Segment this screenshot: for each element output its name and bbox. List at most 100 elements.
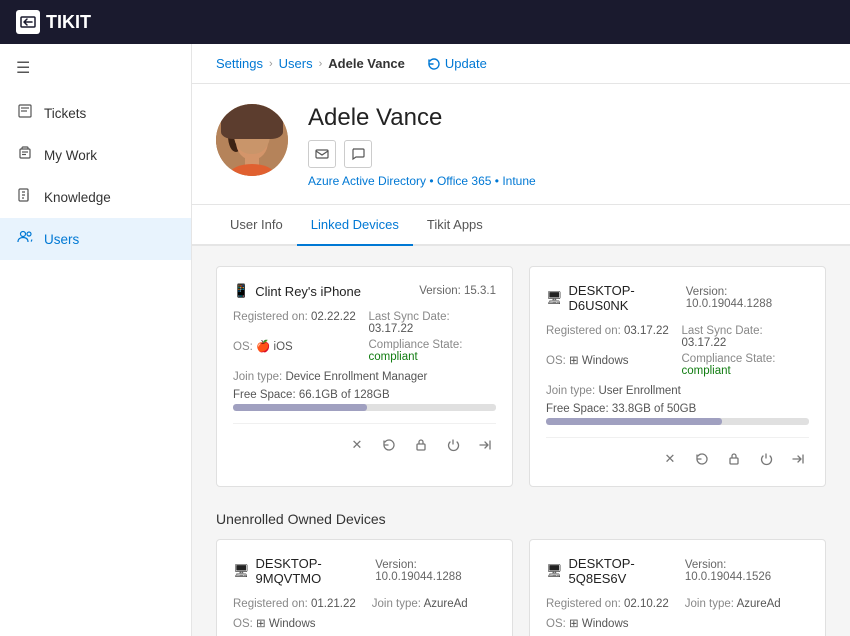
device-sync-button-2[interactable] [691,448,713,470]
unenrolled-device-name-2: 🖥 DESKTOP-5Q8ES6V [546,556,685,586]
unenrolled-card-header-1: 🖥 DESKTOP-9MQVTMO Version: 10.0.19044.12… [233,556,496,586]
progress-bar-fill-1 [233,404,367,411]
user-header: Adele Vance Azure Active Directory • Off… [192,84,850,205]
breadcrumb-settings[interactable]: Settings [216,56,263,71]
users-icon [16,229,34,249]
unenrolled-card-header-2: 🖥 DESKTOP-5Q8ES6V Version: 10.0.19044.15… [546,556,809,586]
device-card-actions-2: ✕ [546,437,809,470]
user-actions [308,140,826,168]
free-space-label-1: Free Space: 66.1GB of 128GB [233,389,496,401]
desktop-icon-3: 🖥 [546,563,563,579]
progress-bar-fill-2 [546,418,722,425]
sync-label-1: Last Sync Date: 03.17.22 [369,311,497,335]
breadcrumb-bar: Settings › Users › Adele Vance Update [192,44,850,84]
user-info-block: Adele Vance Azure Active Directory • Off… [308,104,826,188]
device-details-2: Registered on: 03.17.22 Last Sync Date: … [546,325,809,377]
device-retire-button-2[interactable] [787,448,809,470]
logo: TIKIT [16,10,91,34]
chat-action-button[interactable] [344,140,372,168]
sidebar-label-mywork: My Work [44,148,97,163]
tab-tikit-apps[interactable]: Tikit Apps [413,205,497,246]
knowledge-icon [16,187,34,207]
unenrolled-registered-2: Registered on: 02.10.22 [546,598,669,610]
device-lock-button-1[interactable] [410,434,432,456]
device-card-header-1: 📱 Clint Rey's iPhone Version: 15.3.1 [233,283,496,299]
device-version-2: Version: 10.0.19044.1288 [686,286,809,310]
device-sync-button-1[interactable] [378,434,400,456]
device-retire-button-1[interactable] [474,434,496,456]
avatar-image [216,104,288,176]
user-name: Adele Vance [308,104,826,132]
unenrolled-details-2: Registered on: 02.10.22 Join type: Azure… [546,598,809,610]
breadcrumb-users[interactable]: Users [279,56,313,71]
sync-label-2: Last Sync Date: 03.17.22 [682,325,810,349]
topbar: TIKIT [0,0,850,44]
sidebar-item-mywork[interactable]: My Work [0,134,191,176]
update-button[interactable]: Update [427,56,487,71]
mywork-icon [16,145,34,165]
device-version-1: Version: 15.3.1 [419,285,496,297]
unenrolled-os-1: OS: ⊞ Windows [233,616,496,630]
unenrolled-device-name-1: 🖥 DESKTOP-9MQVTMO [233,556,375,586]
enrolled-devices-grid: 📱 Clint Rey's iPhone Version: 15.3.1 Reg… [216,266,826,487]
free-space-1: Free Space: 66.1GB of 128GB [233,389,496,411]
sidebar-label-tickets: Tickets [44,106,86,121]
sidebar-label-users: Users [44,232,79,247]
device-remove-button-1[interactable]: ✕ [346,434,368,456]
device-card-actions-1: ✕ [233,423,496,456]
content-area: Settings › Users › Adele Vance Update [192,44,850,636]
devices-section: 📱 Clint Rey's iPhone Version: 15.3.1 Reg… [192,246,850,636]
unenrolled-join-2: Join type: AzureAd [685,598,781,610]
email-action-button[interactable] [308,140,336,168]
device-remove-button-2[interactable]: ✕ [659,448,681,470]
breadcrumb-current: Adele Vance [328,56,405,71]
device-card-unenrolled-2: 🖥 DESKTOP-5Q8ES6V Version: 10.0.19044.15… [529,539,826,636]
user-sources: Azure Active Directory • Office 365 • In… [308,174,826,188]
device-card-desktop1: 🖥 DESKTOP-D6US0NK Version: 10.0.19044.12… [529,266,826,487]
device-power-button-2[interactable] [755,448,777,470]
device-card-iphone: 📱 Clint Rey's iPhone Version: 15.3.1 Reg… [216,266,513,487]
unenrolled-details-1: Registered on: 01.21.22 Join type: Azure… [233,598,496,610]
sidebar-item-knowledge[interactable]: Knowledge [0,176,191,218]
unenrolled-section-title: Unenrolled Owned Devices [216,511,826,527]
os-label-1: OS: 🍎 iOS [233,339,361,363]
os-label-2: OS: ⊞ Windows [546,353,674,377]
desktop-icon-1: 🖥 [546,290,563,306]
registered-label-2: Registered on: 03.17.22 [546,325,674,349]
tabs-bar: User Info Linked Devices Tikit Apps [192,205,850,246]
progress-bar-bg-2 [546,418,809,425]
join-type-2: Join type: User Enrollment [546,385,809,397]
unenrolled-join-1: Join type: AzureAd [372,598,468,610]
free-space-label-2: Free Space: 33.8GB of 50GB [546,403,809,415]
desktop-icon-2: 🖥 [233,563,250,579]
compliance-label-2: Compliance State: compliant [682,353,810,377]
unenrolled-registered-1: Registered on: 01.21.22 [233,598,356,610]
sidebar-label-knowledge: Knowledge [44,190,111,205]
device-lock-button-2[interactable] [723,448,745,470]
join-type-1: Join type: Device Enrollment Manager [233,371,496,383]
breadcrumb-sep2: › [319,58,323,70]
tab-user-info[interactable]: User Info [216,205,297,246]
logo-icon [16,10,40,34]
device-card-header-2: 🖥 DESKTOP-D6US0NK Version: 10.0.19044.12… [546,283,809,313]
sidebar-menu-icon[interactable]: ☰ [0,44,191,92]
progress-bar-bg-1 [233,404,496,411]
sidebar: ☰ Tickets My Work Knowledge Users [0,44,192,636]
device-name-2: 🖥 DESKTOP-D6US0NK [546,283,686,313]
update-icon [427,57,441,71]
sidebar-item-tickets[interactable]: Tickets [0,92,191,134]
breadcrumb-sep1: › [269,58,273,70]
phone-icon: 📱 [233,283,249,299]
sidebar-item-users[interactable]: Users [0,218,191,260]
device-power-button-1[interactable] [442,434,464,456]
device-card-unenrolled-1: 🖥 DESKTOP-9MQVTMO Version: 10.0.19044.12… [216,539,513,636]
avatar [216,104,288,176]
tickets-icon [16,103,34,123]
compliance-label-1: Compliance State: compliant [369,339,497,363]
main-layout: ☰ Tickets My Work Knowledge Users [0,44,850,636]
device-details-1: Registered on: 02.22.22 Last Sync Date: … [233,311,496,363]
free-space-2: Free Space: 33.8GB of 50GB [546,403,809,425]
unenrolled-device-version-1: Version: 10.0.19044.1288 [375,559,496,583]
unenrolled-devices-grid: 🖥 DESKTOP-9MQVTMO Version: 10.0.19044.12… [216,539,826,636]
tab-linked-devices[interactable]: Linked Devices [297,205,413,246]
